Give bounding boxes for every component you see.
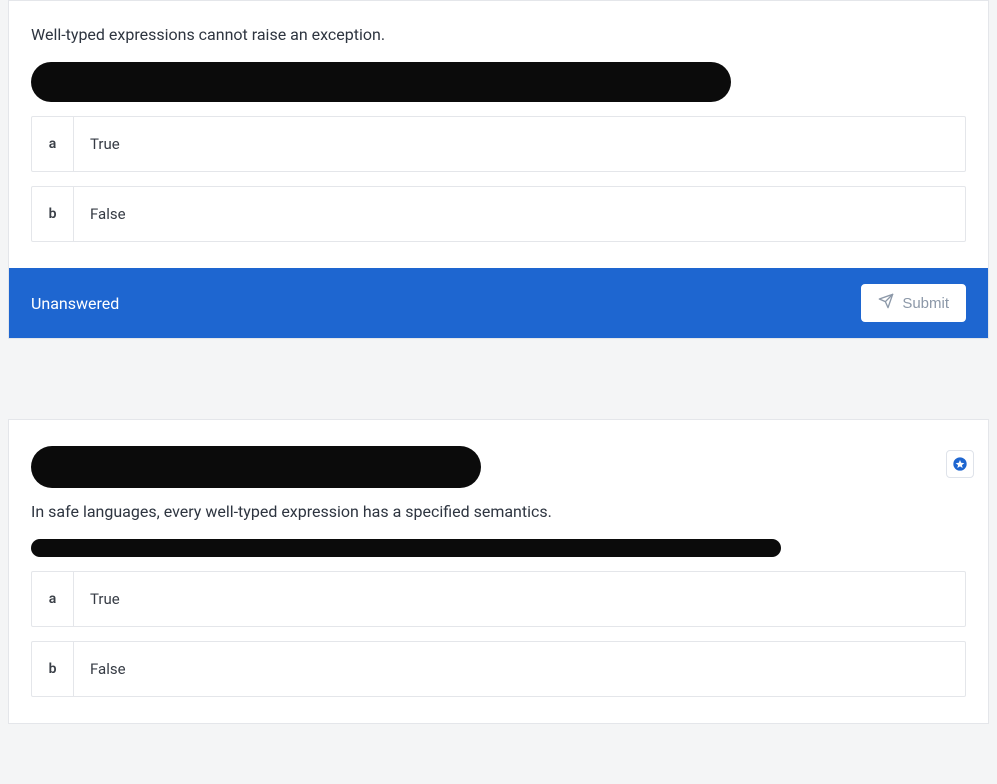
option-a[interactable]: a True [31, 571, 966, 627]
question-prompt: In safe languages, every well-typed expr… [31, 502, 966, 521]
option-b[interactable]: b False [31, 186, 966, 242]
paper-plane-icon [878, 293, 894, 313]
option-a[interactable]: a True [31, 116, 966, 172]
options-list: a True b False [31, 571, 966, 697]
bookmark-star-button[interactable] [946, 450, 974, 478]
redaction-mark [31, 539, 781, 557]
question-card: In safe languages, every well-typed expr… [8, 419, 989, 724]
option-letter: a [32, 117, 74, 171]
question-prompt: Well-typed expressions cannot raise an e… [31, 25, 966, 44]
submit-button[interactable]: Submit [861, 284, 966, 322]
question-footer: Unanswered Submit [9, 268, 988, 338]
option-letter: b [32, 642, 74, 696]
star-icon [952, 456, 968, 472]
option-text: True [74, 117, 965, 171]
question-body: In safe languages, every well-typed expr… [9, 420, 988, 723]
option-text: False [74, 187, 965, 241]
answer-status: Unanswered [31, 294, 119, 313]
option-b[interactable]: b False [31, 641, 966, 697]
redaction-mark [31, 446, 481, 488]
option-text: False [74, 642, 965, 696]
question-body: Well-typed expressions cannot raise an e… [9, 1, 988, 268]
submit-button-label: Submit [902, 295, 949, 312]
option-letter: a [32, 572, 74, 626]
options-list: a True b False [31, 116, 966, 242]
question-card: Well-typed expressions cannot raise an e… [8, 0, 989, 339]
redaction-mark [31, 62, 731, 102]
option-text: True [74, 572, 965, 626]
option-letter: b [32, 187, 74, 241]
